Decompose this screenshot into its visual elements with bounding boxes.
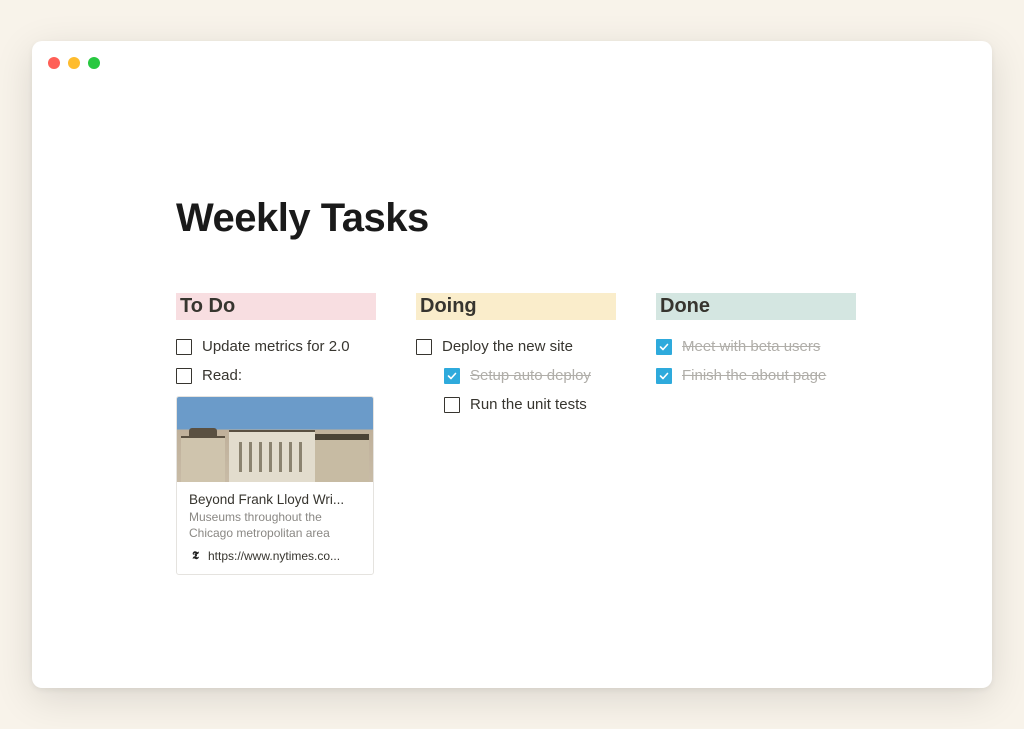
bookmark-image bbox=[177, 397, 373, 482]
column-header-todo: To Do bbox=[176, 293, 376, 320]
bookmark-url-row: 𝕿 https://www.nytimes.co... bbox=[189, 549, 361, 563]
bookmark-title: Beyond Frank Lloyd Wri... bbox=[189, 492, 361, 507]
bookmark-url: https://www.nytimes.co... bbox=[208, 549, 340, 563]
task-row[interactable]: Deploy the new site bbox=[416, 338, 616, 355]
task-row[interactable]: Setup auto deploy bbox=[416, 367, 616, 384]
checkbox-checked-icon[interactable] bbox=[656, 368, 672, 384]
task-label: Run the unit tests bbox=[470, 396, 587, 413]
task-label: Deploy the new site bbox=[442, 338, 573, 355]
page-title: Weekly Tasks bbox=[176, 196, 992, 241]
app-window: Weekly Tasks To Do Update metrics for 2.… bbox=[32, 41, 992, 688]
page-content: Weekly Tasks To Do Update metrics for 2.… bbox=[32, 41, 992, 575]
close-window-button[interactable] bbox=[48, 57, 60, 69]
checkbox-icon[interactable] bbox=[176, 339, 192, 355]
bookmark-body: Beyond Frank Lloyd Wri... Museums throug… bbox=[177, 482, 373, 574]
window-controls bbox=[48, 57, 100, 69]
bookmark-card[interactable]: Beyond Frank Lloyd Wri... Museums throug… bbox=[176, 396, 374, 575]
checkbox-icon[interactable] bbox=[444, 397, 460, 413]
task-row[interactable]: Meet with beta users bbox=[656, 338, 856, 355]
kanban-columns: To Do Update metrics for 2.0 Read: bbox=[176, 293, 992, 575]
checkbox-checked-icon[interactable] bbox=[656, 339, 672, 355]
task-label: Update metrics for 2.0 bbox=[202, 338, 350, 355]
task-label: Meet with beta users bbox=[682, 338, 820, 355]
nyt-icon: 𝕿 bbox=[189, 550, 202, 563]
task-label: Finish the about page bbox=[682, 367, 826, 384]
task-label: Read: bbox=[202, 367, 242, 384]
column-header-doing: Doing bbox=[416, 293, 616, 320]
task-label: Setup auto deploy bbox=[470, 367, 591, 384]
column-todo: To Do Update metrics for 2.0 Read: bbox=[176, 293, 376, 575]
task-row[interactable]: Update metrics for 2.0 bbox=[176, 338, 376, 355]
minimize-window-button[interactable] bbox=[68, 57, 80, 69]
bookmark-description: Museums throughout the Chicago metropoli… bbox=[189, 509, 361, 541]
task-row[interactable]: Read: bbox=[176, 367, 376, 384]
checkbox-icon[interactable] bbox=[176, 368, 192, 384]
checkbox-icon[interactable] bbox=[416, 339, 432, 355]
column-done: Done Meet with beta users Finish the abo… bbox=[656, 293, 856, 575]
column-doing: Doing Deploy the new site Setup auto dep… bbox=[416, 293, 616, 575]
column-header-done: Done bbox=[656, 293, 856, 320]
task-row[interactable]: Finish the about page bbox=[656, 367, 856, 384]
maximize-window-button[interactable] bbox=[88, 57, 100, 69]
checkbox-checked-icon[interactable] bbox=[444, 368, 460, 384]
task-row[interactable]: Run the unit tests bbox=[416, 396, 616, 413]
